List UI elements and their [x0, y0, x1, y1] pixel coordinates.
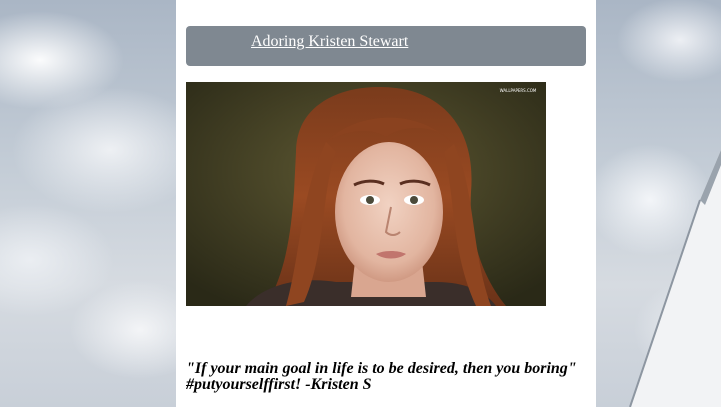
blog-title-link[interactable]: Adoring Kristen Stewart: [251, 33, 408, 51]
title-bar: Adoring Kristen Stewart: [186, 26, 586, 66]
quote-block: "If your main goal in life is to be desi…: [186, 361, 586, 393]
photo-watermark: WALLPAPERS.COM: [500, 88, 537, 93]
quote-line-2: #putyourselffirst! -Kristen S: [186, 376, 372, 393]
kristen-stewart-photo: WALLPAPERS.COM: [186, 82, 546, 306]
quote-line-1: "If your main goal in life is to be desi…: [186, 360, 577, 377]
portrait-illustration: WALLPAPERS.COM: [186, 82, 546, 306]
